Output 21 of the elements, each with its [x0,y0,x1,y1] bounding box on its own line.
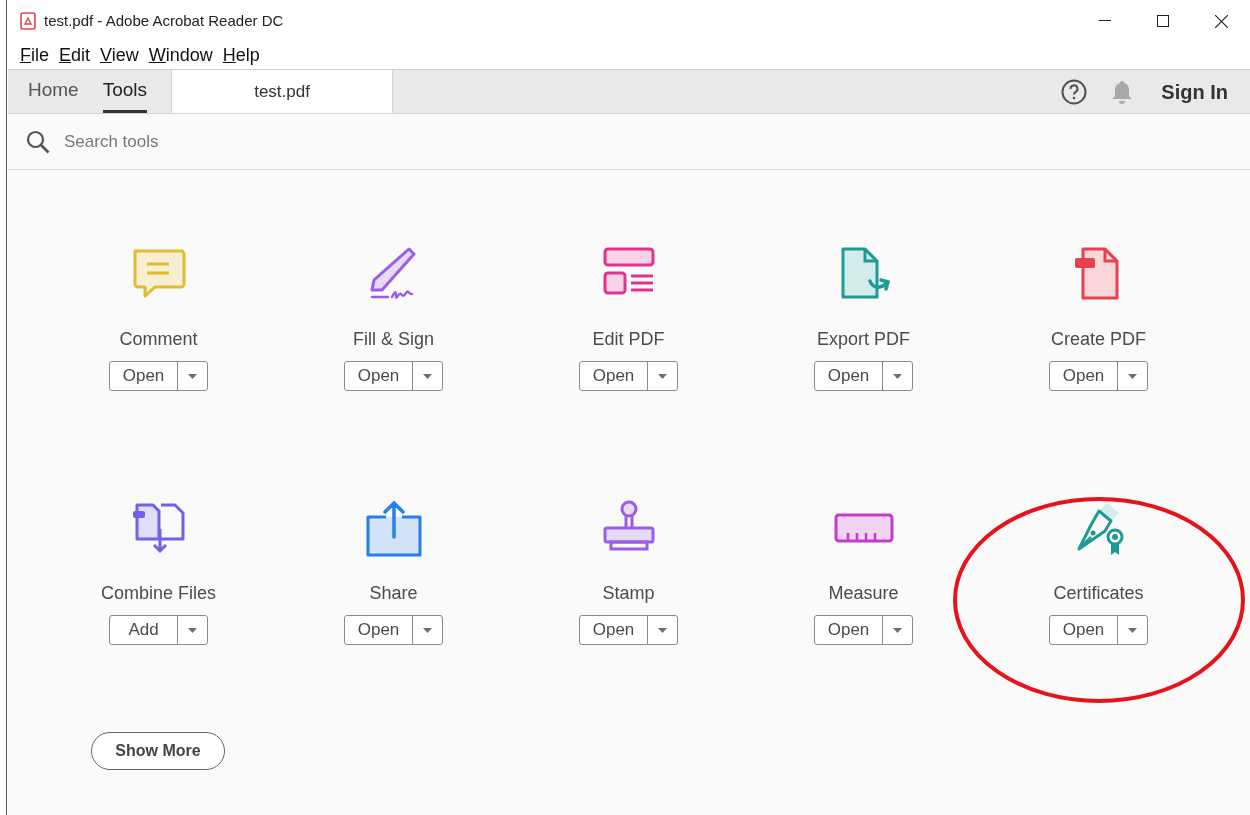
menu-item[interactable]: File [16,42,53,69]
tool-name: Share [369,582,418,605]
nav-tab[interactable]: Home [28,70,79,113]
menu-item[interactable]: View [96,42,143,69]
tool-name: Certificates [1053,582,1144,605]
sign-in-button[interactable]: Sign In [1161,76,1228,107]
tool-name: Combine Files [100,582,216,605]
menu-item[interactable]: Edit [55,42,95,69]
menu-item[interactable]: Help [218,42,264,69]
menu-item[interactable]: Window [144,42,217,69]
document-tab[interactable]: test.pdf [171,70,394,113]
tool-name: Stamp [602,582,655,605]
tool-name: Create PDF [1051,328,1146,351]
tool-name: Comment [119,328,198,351]
tool-name: Export PDF [817,328,910,351]
tool-name: Edit PDF [592,328,665,351]
window-title: test.pdf - Adobe Acrobat Reader DC [44,10,284,31]
tool-name: Fill & Sign [353,328,434,351]
show-more-button[interactable]: Show More [91,732,225,770]
search-field[interactable]: Search tools [64,128,364,155]
tool-name: Measure [828,582,899,605]
